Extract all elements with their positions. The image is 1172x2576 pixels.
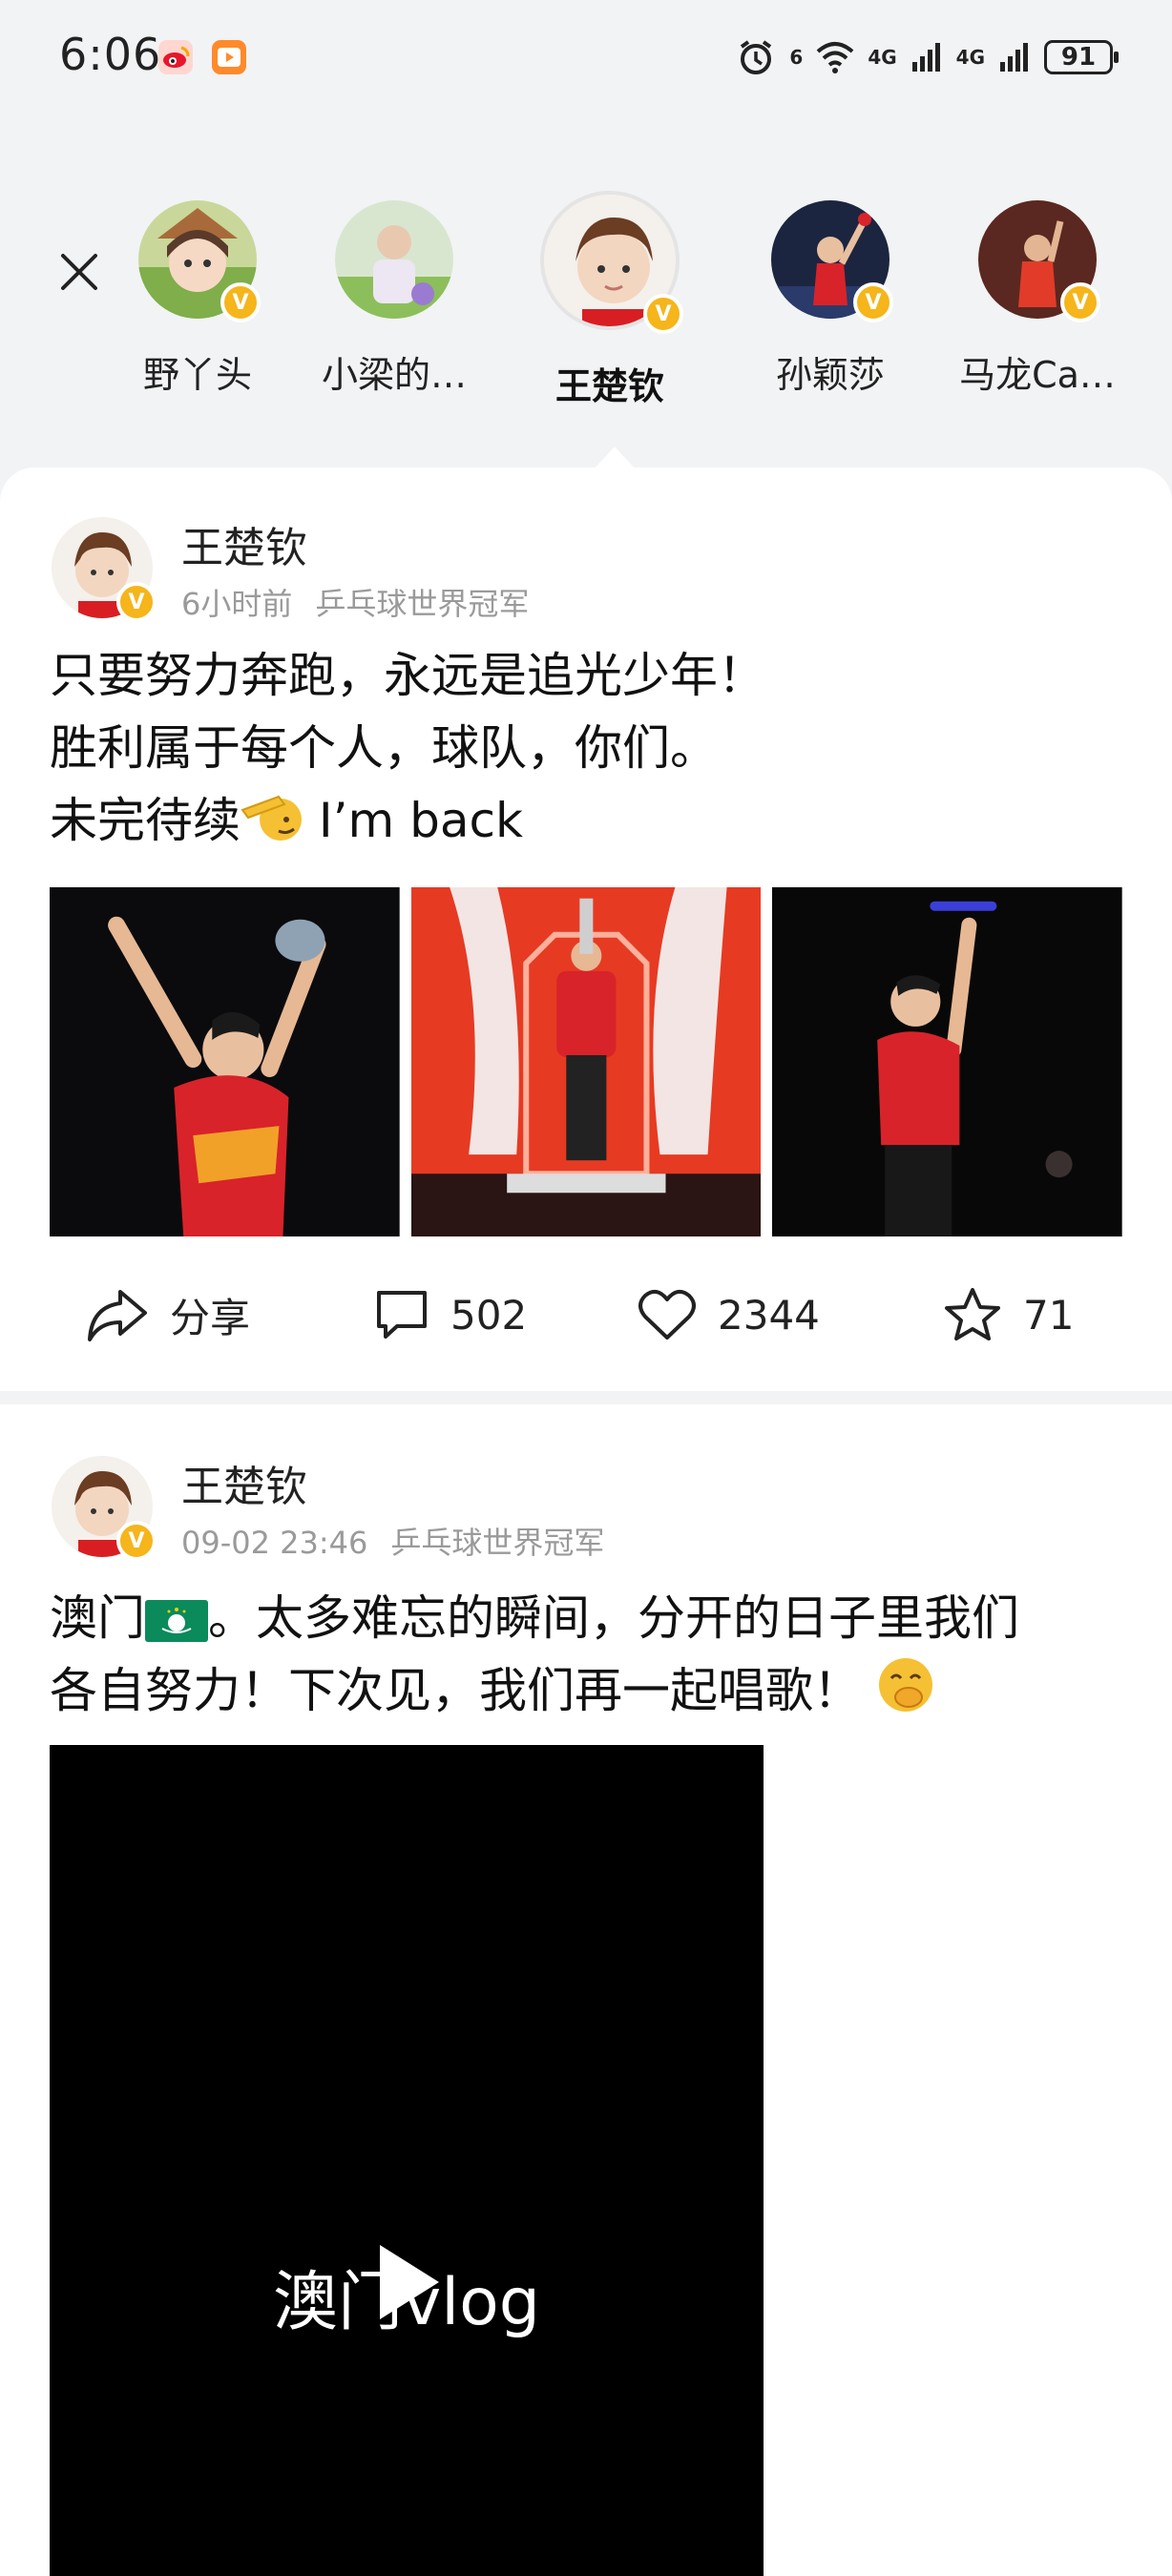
verified-badge-icon: V: [1060, 282, 1100, 322]
battery-indicator: 91: [1044, 40, 1119, 74]
video-app-icon: [212, 40, 246, 74]
verified-badge-icon: V: [220, 282, 261, 322]
post-line-1-a: 澳门: [50, 1590, 145, 1646]
post-time: 09-02 23:46: [181, 1525, 368, 1561]
author-tag: 乒乓球世界冠军: [315, 586, 530, 622]
network-label-2: 4G: [955, 46, 985, 69]
signal-icon-1: [911, 43, 940, 72]
post-text: 澳门 。太多难忘的瞬间，分开的日子里我们 各自努力！下次见，我们再一起唱歌！: [50, 1582, 1119, 1727]
author-name[interactable]: 王楚钦: [181, 1452, 307, 1513]
post-line-2: 胜利属于每个人，球队，你们。: [50, 720, 718, 776]
like-button[interactable]: 2344: [638, 1267, 820, 1362]
avatar: V: [771, 200, 893, 322]
comment-icon: [377, 1291, 427, 1339]
close-icon[interactable]: [55, 248, 103, 296]
verified-badge-icon: V: [116, 582, 157, 622]
alarm-icon: [741, 40, 772, 74]
story-item-3[interactable]: V 孙颖莎: [740, 200, 921, 398]
photo-3[interactable]: [772, 887, 1123, 1236]
signal-icon-2: [1000, 43, 1028, 72]
story-item-1[interactable]: 小梁的…: [303, 200, 485, 398]
weibo-app-icon: [158, 40, 193, 74]
share-label: 分享: [170, 1294, 251, 1341]
story-item-2[interactable]: V 王楚钦: [519, 191, 701, 409]
comment-button[interactable]: 502: [374, 1267, 527, 1362]
post-actions: 分享 502 2344 71: [0, 1267, 1172, 1362]
story-name: 野丫头: [142, 354, 252, 396]
photo-1[interactable]: [50, 887, 400, 1236]
video-player[interactable]: 澳门vlog: [50, 1745, 764, 2576]
author-name[interactable]: 王楚钦: [181, 513, 307, 574]
avatar: V: [138, 200, 261, 322]
post-card[interactable]: V 王楚钦 6小时前 乒乓球世界冠军 只要努力奔跑，永远是追光少年！ 胜利属于每个…: [0, 467, 1172, 1391]
wifi-label: 6: [789, 46, 804, 69]
post-line-1: 只要努力奔跑，永远是追光少年！: [50, 648, 765, 703]
giggle-emoji-icon: [878, 1658, 932, 1712]
photo-2[interactable]: [410, 887, 762, 1236]
macau-flag-icon: [145, 1600, 208, 1642]
story-name: 孙颖莎: [775, 354, 885, 396]
salute-emoji-icon: [241, 795, 302, 841]
verified-badge-icon: V: [643, 294, 683, 334]
story-name: 小梁的…: [321, 354, 467, 396]
post-line-1: 澳门 。太多难忘的瞬间，分开的日子里我们: [50, 1582, 1119, 1654]
author-avatar[interactable]: V: [52, 517, 157, 622]
favorite-count: 71: [1023, 1291, 1075, 1339]
avatar: [335, 200, 453, 319]
post-line-3: 未完待续 I’m back: [50, 784, 1119, 857]
post-time: 6小时前: [181, 586, 293, 622]
verified-badge-icon: V: [853, 282, 893, 322]
post-line-2-text: 各自努力！下次见，我们再一起唱歌！: [50, 1663, 861, 1718]
avatar-image: [335, 200, 453, 319]
wifi-icon: [816, 42, 854, 73]
post-line-1-b: 。太多难忘的瞬间，分开的日子里我们: [208, 1590, 1019, 1646]
post-line-3-suffix: I’m back: [318, 793, 523, 848]
post-text: 只要努力奔跑，永远是追光少年！ 胜利属于每个人，球队，你们。 未完待续 I’m …: [50, 639, 1119, 857]
active-story-pointer: [594, 447, 636, 469]
post-line-2: 各自努力！下次见，我们再一起唱歌！: [50, 1654, 1119, 1727]
avatar: V: [978, 200, 1100, 322]
comment-count: 502: [450, 1291, 528, 1339]
status-time: 6:06: [59, 29, 162, 80]
like-count: 2344: [718, 1291, 820, 1339]
share-icon: [88, 1290, 147, 1341]
status-bar: 6:06 6 4G 4G 91: [0, 0, 1172, 114]
story-name: 王楚钦: [555, 365, 664, 407]
story-name: 马龙Ca…: [959, 354, 1116, 396]
play-icon[interactable]: [376, 2241, 443, 2323]
story-strip: V 野丫头 小梁的… V 王楚钦 V 孙颖莎 V 马龙Ca…: [0, 191, 1172, 439]
status-indicators: 6 4G 4G 91: [736, 34, 1119, 80]
battery-level: 91: [1060, 43, 1097, 72]
post-card[interactable]: V 王楚钦 09-02 23:46 乒乓球世界冠军 澳门 。太多难忘的瞬间，分开的日…: [0, 1404, 1172, 2576]
author-avatar[interactable]: V: [52, 1456, 157, 1561]
favorite-button[interactable]: 71: [943, 1267, 1074, 1362]
post-meta: 09-02 23:46 乒乓球世界冠军: [181, 1519, 604, 1563]
network-label-1: 4G: [868, 46, 897, 69]
post-meta: 6小时前 乒乓球世界冠军: [181, 580, 529, 624]
like-icon: [638, 1289, 696, 1340]
story-item-0[interactable]: V 野丫头: [107, 200, 288, 398]
post-line-3-text: 未完待续: [50, 793, 241, 848]
author-tag: 乒乓球世界冠军: [390, 1525, 605, 1561]
favorite-icon: [945, 1288, 1000, 1340]
avatar: V: [540, 191, 683, 334]
story-item-4[interactable]: V 马龙Ca…: [947, 200, 1128, 398]
verified-badge-icon: V: [116, 1521, 157, 1561]
share-button[interactable]: 分享: [86, 1267, 250, 1362]
photo-grid: [50, 887, 1123, 1236]
